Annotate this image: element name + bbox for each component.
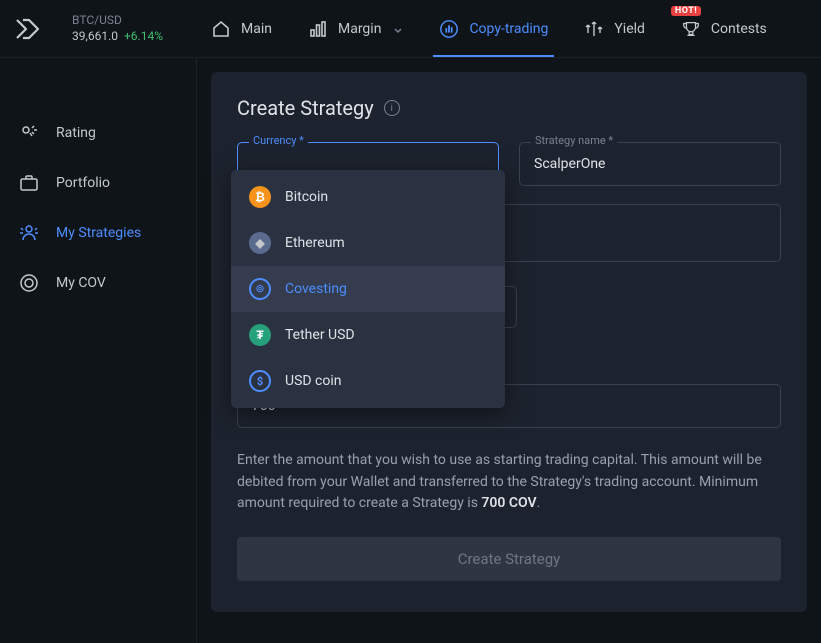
ticker: BTC/USD 39,661.0 +6.14% — [72, 13, 163, 44]
cov-icon — [18, 272, 40, 294]
sidebar-rating-label: Rating — [56, 125, 96, 141]
chevron-down-icon — [393, 24, 403, 34]
currency-option-bitcoin[interactable]: ₿ Bitcoin — [231, 174, 505, 220]
ethereum-icon: ◆ — [249, 232, 271, 254]
strategy-icon — [18, 222, 40, 244]
sidebar-portfolio-label: Portfolio — [56, 175, 110, 191]
info-icon[interactable]: i — [384, 100, 400, 116]
currency-option-usdc[interactable]: $ USD coin — [231, 358, 505, 404]
nav-main[interactable]: Main — [193, 0, 290, 57]
yield-icon — [584, 19, 604, 39]
currency-option-label: Bitcoin — [285, 189, 328, 205]
nav-yield-label: Yield — [614, 21, 645, 37]
nav-copy-trading[interactable]: Copy-trading — [421, 0, 566, 57]
ticker-price: 39,661.0 — [72, 29, 118, 45]
brand-logo — [14, 14, 44, 44]
ticker-pair: BTC/USD — [72, 13, 163, 29]
strategy-name-label: Strategy name * — [531, 134, 617, 147]
nav-contests-label: Contests — [711, 21, 767, 37]
sidebar-mystrat-label: My Strategies — [56, 225, 141, 241]
briefcase-icon — [18, 172, 40, 194]
currency-option-label: Tether USD — [285, 327, 355, 343]
currency-option-label: USD coin — [285, 373, 342, 389]
currency-option-ethereum[interactable]: ◆ Ethereum — [231, 220, 505, 266]
ticker-change: +6.14% — [124, 29, 163, 45]
star-icon — [18, 122, 40, 144]
sidebar-item-my-strategies[interactable]: My Strategies — [0, 208, 196, 258]
home-icon — [211, 19, 231, 39]
nav-main-label: Main — [241, 21, 272, 37]
currency-option-usdt[interactable]: ₮ Tether USD — [231, 312, 505, 358]
currency-label: Currency * — [249, 134, 308, 147]
sidebar-mycov-label: My COV — [56, 275, 106, 291]
bars-icon — [308, 19, 328, 39]
covesting-icon: ◎ — [249, 278, 271, 300]
nav-margin-label: Margin — [338, 21, 381, 37]
trophy-icon — [681, 19, 701, 39]
sidebar-item-portfolio[interactable]: Portfolio — [0, 158, 196, 208]
nav-margin[interactable]: Margin — [290, 0, 421, 57]
nav-copy-label: Copy-trading — [469, 21, 548, 37]
strategy-name-input[interactable] — [519, 142, 781, 186]
currency-option-covesting[interactable]: ◎ Covesting — [231, 266, 505, 312]
create-strategy-card: Create Strategy i Currency * ₿ Bitcoin — [211, 72, 807, 612]
page-title: Create Strategy — [237, 96, 374, 120]
description-text: Enter the amount that you wish to use as… — [237, 450, 781, 515]
usdc-icon: $ — [249, 370, 271, 392]
copy-trading-icon — [439, 19, 459, 39]
bitcoin-icon: ₿ — [249, 186, 271, 208]
sidebar-item-rating[interactable]: Rating — [0, 108, 196, 158]
sidebar-item-my-cov[interactable]: My COV — [0, 258, 196, 308]
hot-badge: HOT! — [671, 6, 701, 16]
strategy-name-field: Strategy name * — [519, 142, 781, 186]
nav-yield[interactable]: Yield — [566, 0, 663, 57]
create-strategy-button[interactable]: Create Strategy — [237, 537, 781, 581]
currency-option-label: Ethereum — [285, 235, 345, 251]
nav-contests[interactable]: HOT! Contests — [663, 0, 785, 57]
currency-field[interactable]: Currency * ₿ Bitcoin ◆ Ethereum — [237, 142, 499, 186]
tether-icon: ₮ — [249, 324, 271, 346]
currency-dropdown: ₿ Bitcoin ◆ Ethereum ◎ Covesting — [231, 170, 505, 408]
currency-option-label: Covesting — [285, 281, 347, 297]
